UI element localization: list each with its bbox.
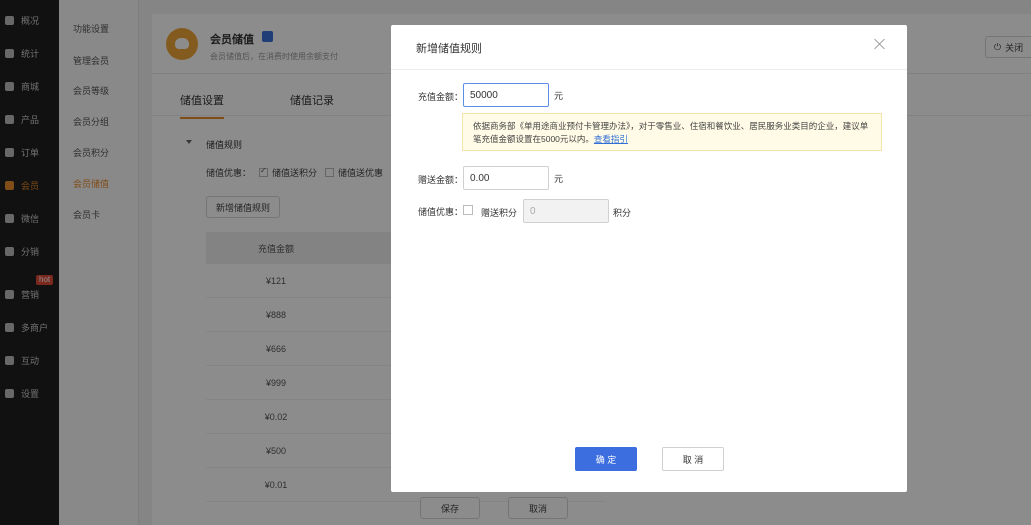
- dialog-title: 新增储值规则: [416, 43, 482, 55]
- notice-text: 依据商务部《单用途商业预付卡管理办法》，对于零售业、住宿和餐饮业、居民服务业类目…: [473, 121, 869, 144]
- confirm-button[interactable]: 确 定: [575, 447, 637, 471]
- gift-points-label: 赠送积分: [481, 208, 518, 218]
- close-icon[interactable]: [873, 37, 887, 51]
- dialog-divider: [391, 69, 907, 70]
- guide-link[interactable]: 查看指引: [594, 134, 628, 144]
- cancel-button[interactable]: 取 消: [662, 447, 724, 471]
- add-rule-dialog: 新增储值规则 充值金额： 元 依据商务部《单用途商业预付卡管理办法》，对于零售业…: [391, 25, 907, 492]
- gift-points-checkbox[interactable]: [463, 205, 473, 215]
- recharge-amount-label: 充值金额：: [418, 92, 464, 102]
- dialog-discount-label: 储值优惠：: [418, 207, 464, 217]
- recharge-amount-input[interactable]: [463, 83, 549, 107]
- points-unit: 积分: [613, 208, 632, 218]
- recharge-unit: 元: [554, 91, 564, 101]
- chevron-right-icon[interactable]: [1021, 288, 1031, 328]
- gift-amount-label: 赠送金额：: [418, 175, 464, 185]
- gift-amount-input[interactable]: [463, 166, 549, 190]
- regulation-notice: 依据商务部《单用途商业预付卡管理办法》，对于零售业、住宿和餐饮业、居民服务业类目…: [462, 113, 882, 151]
- gift-points-input[interactable]: [523, 199, 609, 223]
- gift-unit: 元: [554, 174, 564, 184]
